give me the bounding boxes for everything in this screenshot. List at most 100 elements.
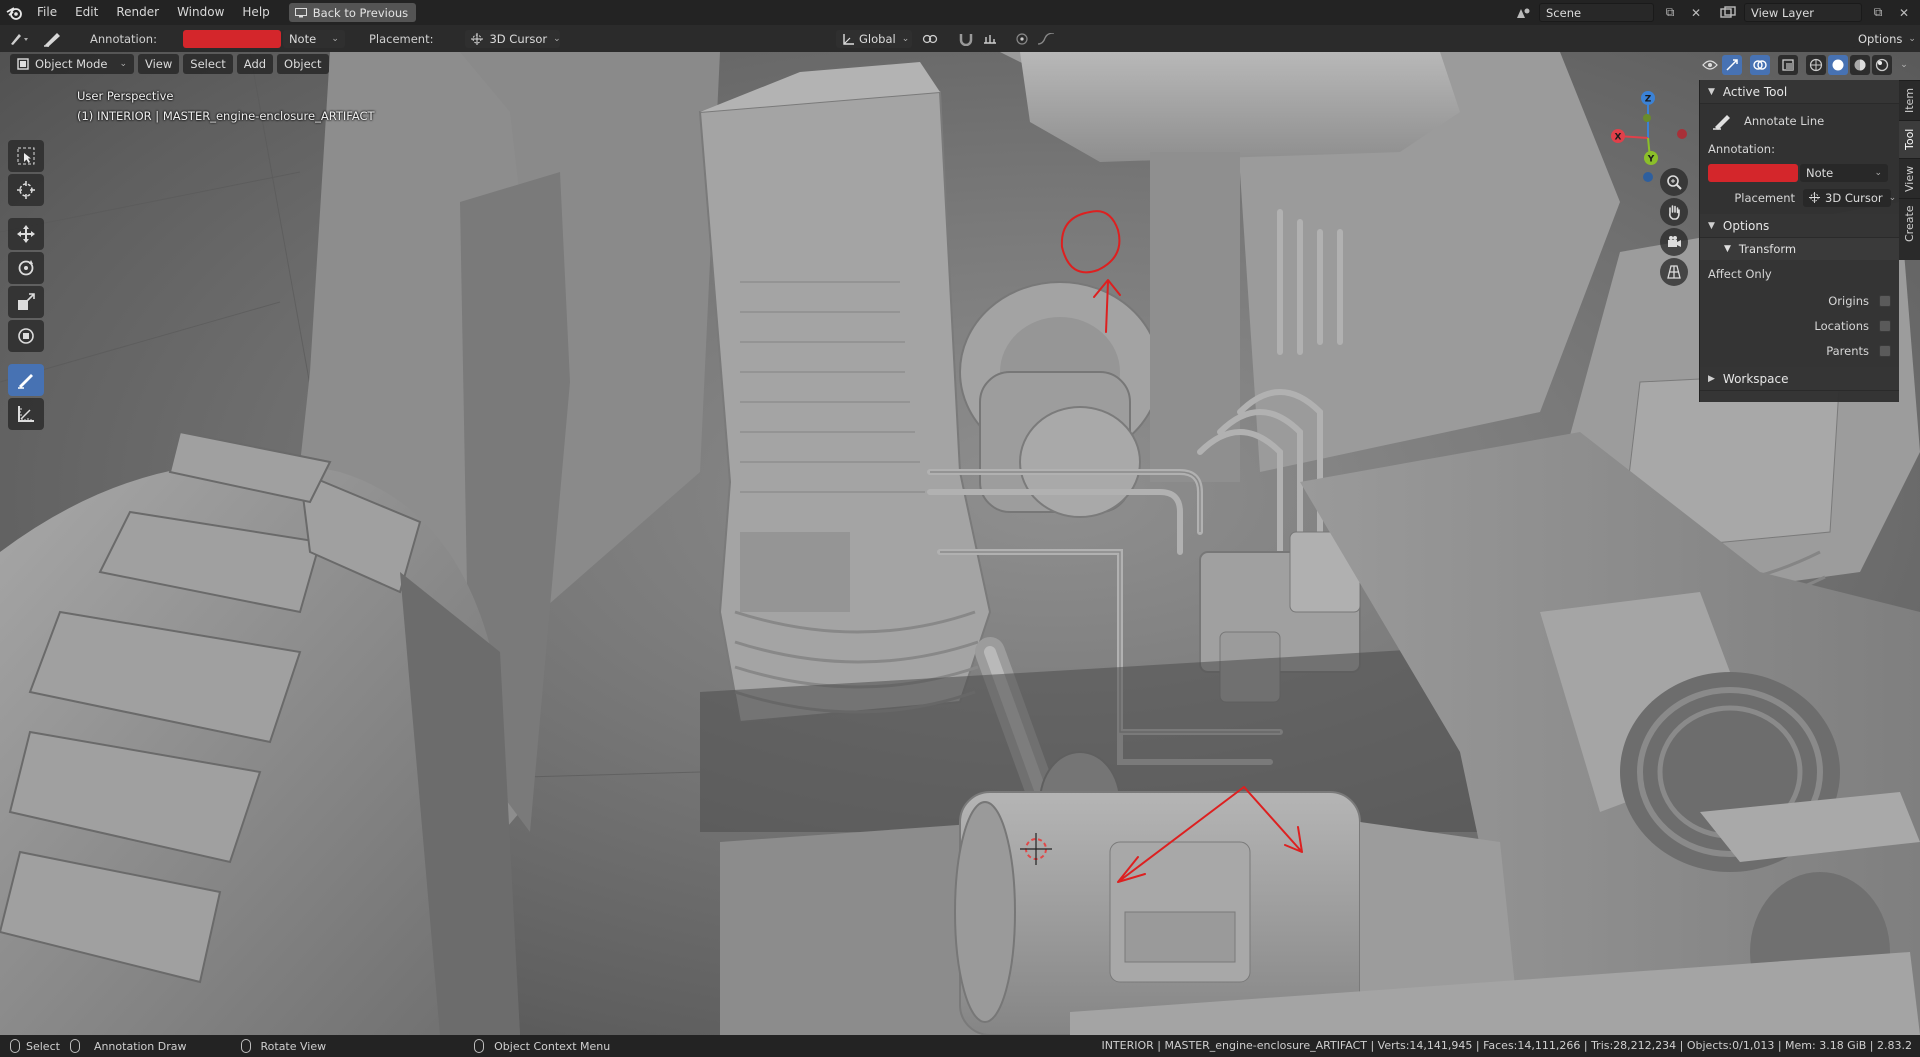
object-menu[interactable]: Object: [277, 54, 329, 74]
annotate-icon[interactable]: [8, 364, 44, 396]
pan-hand-icon[interactable]: [1660, 198, 1688, 226]
move-icon[interactable]: [8, 218, 44, 250]
proportional-edit-icon[interactable]: [1012, 29, 1032, 48]
gizmo-neg-z[interactable]: [1643, 172, 1653, 182]
view-layer-name: View Layer: [1751, 5, 1815, 20]
3d-viewport[interactable]: Object Mode ⌄ View Select Add Object ⌄ U…: [0, 52, 1920, 1035]
menu-edit[interactable]: Edit: [66, 0, 107, 25]
parents-checkbox-row[interactable]: Parents: [1700, 338, 1899, 363]
placement-dropdown[interactable]: 3D Cursor ⌄: [465, 29, 561, 48]
add-menu[interactable]: Add: [236, 54, 274, 74]
locations-checkbox[interactable]: [1879, 319, 1891, 332]
tab-view[interactable]: View: [1899, 158, 1920, 198]
transform-icon[interactable]: [8, 320, 44, 352]
menu-file[interactable]: File: [28, 0, 66, 25]
npanel-annotation-layer-dropdown[interactable]: Note ⌄: [1800, 163, 1888, 182]
menu-window[interactable]: Window: [168, 0, 233, 25]
gizmo-z-label: Z: [1645, 95, 1652, 105]
rotate-icon[interactable]: [8, 252, 44, 284]
status-bar: Select Annotation Draw Rotate View Objec…: [0, 1035, 1920, 1057]
back-to-previous-button[interactable]: Back to Previous: [288, 3, 417, 22]
parents-checkbox[interactable]: [1879, 344, 1891, 357]
view-layer-icon[interactable]: [1718, 3, 1738, 22]
tab-create[interactable]: Create: [1899, 198, 1920, 248]
scale-icon[interactable]: [8, 286, 44, 318]
visibility-eye-icon[interactable]: [1700, 55, 1720, 75]
chevron-down-icon: ⌄: [1888, 192, 1897, 203]
scene-selector[interactable]: Scene: [1539, 3, 1654, 22]
npanel-annotation-layer-value: Note: [1806, 165, 1834, 180]
active-object-label: (1) INTERIOR | MASTER_engine-enclosure_A…: [77, 109, 375, 123]
wireframe-shading-icon[interactable]: [1806, 55, 1826, 75]
transform-subheader[interactable]: ▼ Transform: [1700, 238, 1899, 260]
sidebar-tabs: Item Tool View Create: [1899, 80, 1920, 260]
editor-type-icon[interactable]: [0, 32, 40, 46]
npanel-placement-dropdown[interactable]: 3D Cursor ⌄: [1803, 188, 1896, 207]
close-scene-icon[interactable]: ✕: [1686, 3, 1706, 22]
origins-checkbox-row[interactable]: Origins: [1700, 288, 1899, 313]
view-perspective-label: User Perspective: [77, 89, 174, 103]
annotate-tool-icon[interactable]: [40, 31, 66, 47]
measure-icon[interactable]: [8, 398, 44, 430]
solid-shading-icon[interactable]: [1828, 55, 1848, 75]
blender-logo-icon[interactable]: [0, 0, 28, 25]
select-box-icon[interactable]: [8, 140, 44, 172]
close-view-layer-icon[interactable]: ✕: [1894, 3, 1914, 22]
xray-toggle-icon[interactable]: [1778, 55, 1798, 75]
view-menu[interactable]: View: [138, 54, 180, 74]
locations-checkbox-row[interactable]: Locations: [1700, 313, 1899, 338]
tab-item[interactable]: Item: [1899, 80, 1920, 120]
left-toolbar: [8, 138, 48, 432]
menu-help[interactable]: Help: [233, 0, 278, 25]
shading-options-chevron-icon[interactable]: ⌄: [1894, 55, 1914, 75]
perspective-toggle-icon[interactable]: [1660, 258, 1688, 286]
chevron-down-icon: ⌄: [553, 33, 561, 44]
annotation-layer-dropdown[interactable]: Note ⌄: [282, 29, 345, 48]
parents-label: Parents: [1826, 343, 1869, 358]
active-tool-header[interactable]: ▼ Active Tool: [1700, 80, 1899, 104]
rendered-shading-icon[interactable]: [1872, 55, 1892, 75]
annotation-label-row: Annotation:: [1700, 138, 1899, 160]
npanel-annotation-color[interactable]: [1708, 163, 1798, 182]
duplicate-view-layer-icon[interactable]: ⧉: [1868, 3, 1888, 22]
scene-type-icon[interactable]: [1513, 3, 1533, 22]
falloff-icon[interactable]: [1036, 29, 1056, 48]
options-dropdown[interactable]: Options ⌄: [1852, 29, 1916, 48]
menu-render[interactable]: Render: [107, 0, 168, 25]
gizmo-y-label: Y: [1647, 155, 1655, 165]
gizmo-neg-x[interactable]: [1677, 129, 1687, 139]
workspace-header[interactable]: ▶ Workspace: [1700, 367, 1899, 391]
material-shading-icon[interactable]: [1850, 55, 1870, 75]
select-menu[interactable]: Select: [183, 54, 233, 74]
overlays-toggle-icon[interactable]: [1750, 55, 1770, 75]
intake-duct-shape: [698, 62, 992, 724]
tab-tool[interactable]: Tool: [1899, 120, 1920, 158]
tool-settings-header: Annotation: Note ⌄ Placement: 3D Cursor …: [0, 25, 1920, 52]
zoom-icon[interactable]: [1660, 168, 1688, 196]
cursor-icon[interactable]: [8, 174, 44, 206]
transform-orientation-dropdown[interactable]: Global ⌄: [836, 29, 912, 48]
status-rotate-label: Rotate View: [260, 1039, 327, 1053]
chevron-down-icon: ⌄: [901, 33, 910, 44]
gizmo-toggle-icon[interactable]: [1722, 55, 1742, 75]
camera-view-icon[interactable]: [1660, 228, 1688, 256]
snap-icon[interactable]: [956, 29, 976, 48]
options-header[interactable]: ▼ Options: [1700, 214, 1899, 238]
object-mode-dropdown[interactable]: Object Mode ⌄: [10, 54, 134, 74]
active-tool-row[interactable]: Annotate Line: [1700, 104, 1899, 138]
snap-target-icon[interactable]: [980, 29, 1000, 48]
duplicate-scene-icon[interactable]: ⧉: [1660, 3, 1680, 22]
chevron-down-icon: ⌄: [119, 59, 127, 69]
screen-icon: [294, 7, 307, 17]
mouse-left-drag-icon: [69, 1039, 80, 1053]
pivot-point-icon[interactable]: [920, 29, 940, 48]
object-mode-icon: [17, 58, 29, 70]
origins-checkbox[interactable]: [1879, 294, 1891, 307]
npanel-placement-label: Placement: [1734, 190, 1795, 205]
affect-only-label: Affect Only: [1708, 267, 1772, 281]
gizmo-neg-y[interactable]: [1643, 114, 1651, 122]
locations-label: Locations: [1814, 318, 1869, 333]
annotation-color-swatch[interactable]: [182, 29, 281, 48]
view-layer-selector[interactable]: View Layer: [1744, 3, 1862, 22]
options-label: Options: [1858, 31, 1903, 46]
